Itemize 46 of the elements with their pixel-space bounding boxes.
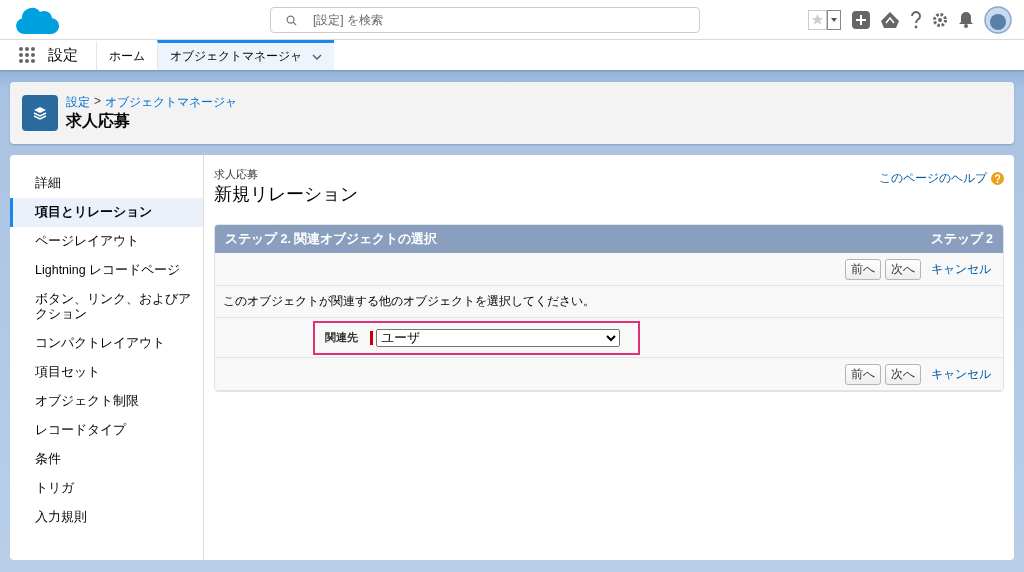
help-link[interactable]: このページのヘルプ: [879, 171, 1004, 186]
layers-icon: [22, 95, 58, 131]
nav-tab[interactable]: ホーム: [96, 40, 157, 70]
sidebar-item[interactable]: オブジェクト制限: [10, 387, 203, 416]
cancel-link[interactable]: キャンセル: [931, 261, 991, 277]
sidebar-item[interactable]: ボタン、リンク、およびアクション: [10, 285, 203, 329]
sidebar-item[interactable]: 入力規則: [10, 503, 203, 532]
nav-button[interactable]: 次へ: [885, 258, 921, 280]
trailhead-icon[interactable]: [880, 10, 900, 29]
instruction-text: このオブジェクトが関連する他のオブジェクトを選択してください。: [215, 286, 1003, 318]
nav-button[interactable]: 次へ: [885, 363, 921, 385]
sidebar-item[interactable]: 詳細: [10, 169, 203, 198]
search-icon: [286, 14, 297, 26]
bell-icon[interactable]: [958, 11, 974, 28]
page-title: 新規リレーション: [214, 183, 358, 206]
search-field[interactable]: [設定] を検索: [270, 6, 700, 33]
sidebar-item[interactable]: コンパクトレイアウト: [10, 329, 203, 358]
breadcrumb-link[interactable]: オブジェクトマネージャ: [105, 94, 237, 111]
related-object-select[interactable]: ユーザ: [376, 328, 620, 347]
sidebar-item[interactable]: トリガ: [10, 474, 203, 503]
nav-tab[interactable]: オブジェクトマネージャ: [157, 40, 334, 70]
app-name: 設定: [47, 44, 79, 65]
step-number: ステップ 2: [930, 230, 993, 248]
sidebar-item[interactable]: Lightning レコードページ: [10, 256, 203, 285]
object-title: 求人応募: [66, 111, 131, 131]
sidebar-item[interactable]: レコードタイプ: [10, 416, 203, 445]
nav-button[interactable]: 前へ: [845, 363, 881, 385]
breadcrumb-separator: >: [94, 94, 101, 110]
plus-icon[interactable]: [852, 10, 870, 29]
help-icon[interactable]: [910, 10, 922, 29]
avatar-icon[interactable]: [984, 5, 1012, 34]
object-label: 求人応募: [214, 167, 259, 182]
sidebar-item[interactable]: ページレイアウト: [10, 227, 203, 256]
sidebar-item[interactable]: 項目セット: [10, 358, 203, 387]
chevron-down-icon[interactable]: [312, 53, 322, 60]
cancel-link[interactable]: キャンセル: [931, 366, 991, 382]
favorites-icon[interactable]: [808, 9, 842, 30]
settings-icon[interactable]: [932, 11, 948, 28]
app-launcher-icon[interactable]: [18, 46, 36, 64]
nav-button[interactable]: 前へ: [845, 258, 881, 280]
sidebar-item[interactable]: 条件: [10, 445, 203, 474]
breadcrumb-link[interactable]: 設定: [66, 94, 90, 111]
field-label: 関連先: [325, 330, 358, 345]
sidebar-item[interactable]: 項目とリレーション: [10, 198, 203, 227]
help-icon: [991, 172, 1004, 185]
step-title: ステップ 2. 関連オブジェクトの選択: [225, 230, 438, 248]
